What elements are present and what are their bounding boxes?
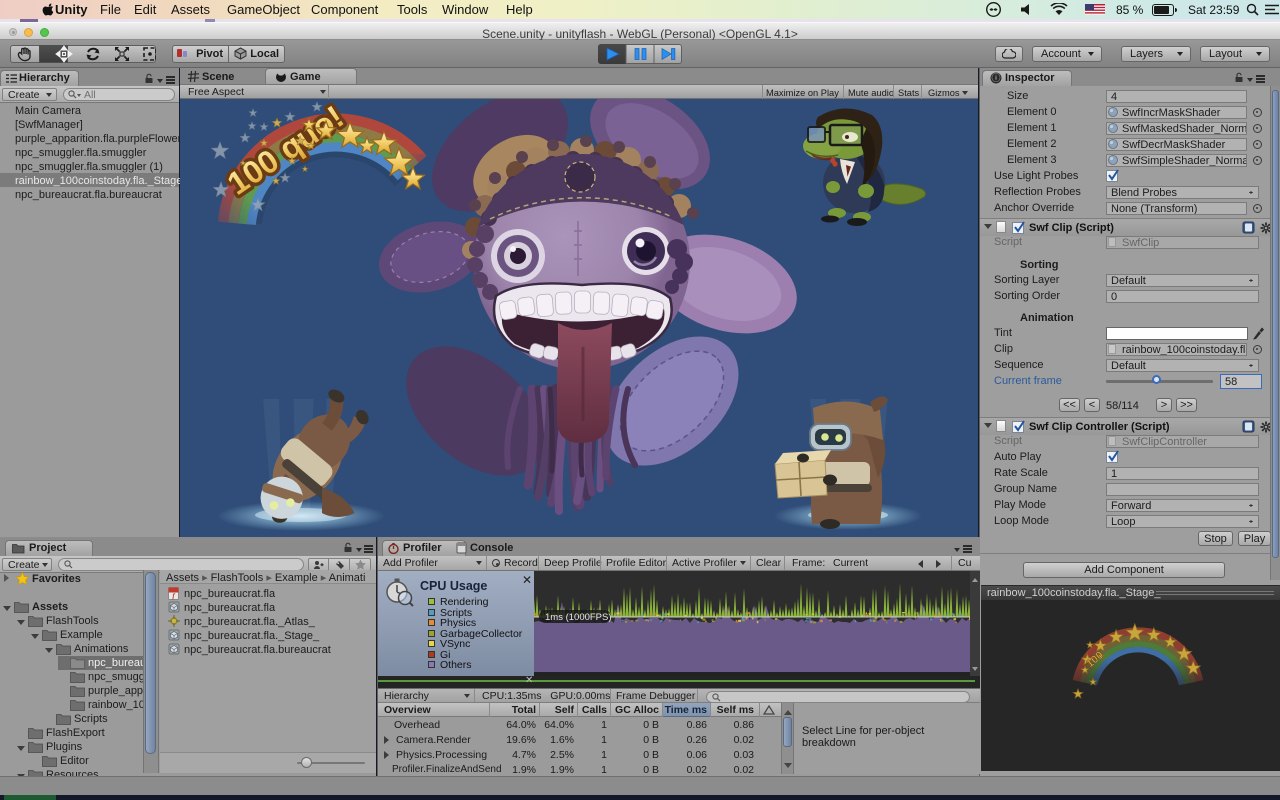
- svg-text:1ms (1000FPS): 1ms (1000FPS): [545, 612, 612, 623]
- svg-text:ⓘ: ⓘ: [991, 73, 1000, 83]
